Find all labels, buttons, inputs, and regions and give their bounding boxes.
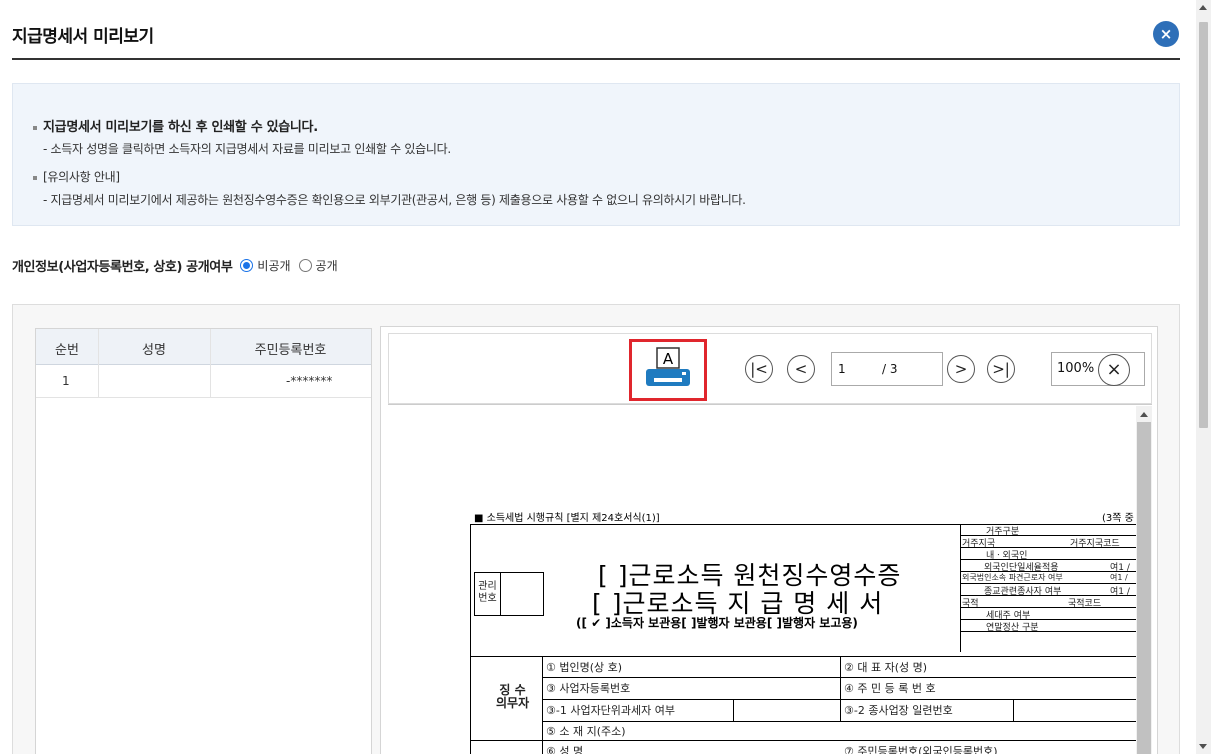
table-line <box>840 656 841 721</box>
residency-row: 거주구분 <box>960 524 1138 537</box>
prev-page-button[interactable]: < <box>787 355 815 383</box>
residency-row: 국적 국적코드 <box>960 596 1138 609</box>
radio-public[interactable] <box>298 259 312 272</box>
section-divider <box>470 656 1138 657</box>
residency-row: 거주지국 거주지국코드 <box>960 536 1138 549</box>
info-box: 지급명세서 미리보기를 하신 후 인쇄할 수 있습니다. - 소득자 성명을 클… <box>12 83 1180 226</box>
title-divider <box>12 58 1180 60</box>
law-reference: ■ 소득세법 시행규칙 [별지 제24호서식(1)] <box>474 513 660 524</box>
field-branch: ③-2 종사업장 일련번호 <box>844 704 953 717</box>
column-header-rrn: 주민등록번호 <box>254 343 327 358</box>
row-rrn: -******* <box>286 374 333 388</box>
info-caution-detail: - 지급명세서 미리보기에서 제공하는 원천징수영수증은 확인용으로 외부기관(… <box>43 193 746 207</box>
privacy-setting: 개인정보(사업자등록번호, 상호) 공개여부 비공개 공개 <box>12 256 338 275</box>
residency-row: 세대주 여부 <box>960 608 1138 621</box>
info-caution-title: [유의사항 안내] <box>33 168 120 185</box>
table-line <box>733 699 734 721</box>
zoom-value[interactable]: 100% <box>1057 361 1094 376</box>
bullet-icon <box>33 175 37 180</box>
residency-cell: 외국법인소속 파견근로자 여부 <box>962 573 1063 582</box>
list-header: 순번 성명 주민등록번호 <box>36 329 371 365</box>
info-notice-line: 지급명세서 미리보기를 하신 후 인쇄할 수 있습니다. <box>33 116 318 135</box>
scroll-down-arrow-icon[interactable] <box>1199 744 1207 749</box>
radio-public-label[interactable]: 공개 <box>316 257 338 274</box>
field-name: ⑥ 성 명 <box>546 745 584 754</box>
page-title: 지급명세서 미리보기 <box>12 27 154 47</box>
info-notice-text: 지급명세서 미리보기를 하신 후 인쇄할 수 있습니다. <box>43 120 318 135</box>
document-page: ■ 소득세법 시행규칙 [별지 제24호서식(1)] (3쪽 중 관리 번호 [ … <box>388 406 1138 754</box>
page-scrollbar[interactable] <box>1196 0 1211 754</box>
field-representative: ② 대 표 자(성 명) <box>844 661 928 674</box>
row-no: 1 <box>62 374 70 388</box>
next-page-button[interactable]: > <box>947 355 975 383</box>
field-address: ⑤ 소 재 지(주소) <box>546 725 626 738</box>
field-unit-tax: ③-1 사업자단위과세자 여부 <box>546 704 676 717</box>
scroll-up-arrow-icon[interactable] <box>1140 412 1148 417</box>
residency-row: 내ㆍ외국인 <box>960 548 1138 561</box>
page-current-input[interactable]: 1 <box>838 362 846 376</box>
printer-icon: A <box>646 347 690 386</box>
row-divider <box>542 721 1138 722</box>
residency-table: 거주구분 거주지국 거주지국코드 내ㆍ외국인 외국인단일세율적용 여1 / 외국법인… <box>960 524 1138 652</box>
residency-row: 외국법인소속 파견근로자 여부 여1 / <box>960 572 1138 584</box>
scrollbar-thumb[interactable] <box>1199 22 1208 428</box>
table-row[interactable]: 1 -******* <box>36 365 371 398</box>
bullet-icon <box>33 125 37 130</box>
recipient-list: 순번 성명 주민등록번호 1 -******* <box>35 328 372 754</box>
scrollbar-thumb[interactable] <box>1137 422 1151 754</box>
residency-row: 외국인단일세율적용 여1 / <box>960 560 1138 573</box>
column-header-name: 성명 <box>142 343 166 358</box>
table-line <box>1013 699 1014 721</box>
info-detail-line: - 소득자 성명을 클릭하면 소득자의 지급명세서 자료를 미리보고 인쇄할 수… <box>43 142 451 156</box>
management-number-box: 관리 번호 <box>474 572 544 616</box>
scroll-up-arrow-icon[interactable] <box>1199 5 1207 10</box>
page-number-field[interactable]: 1 / 3 <box>831 352 943 386</box>
residency-row: 종교관련종사자 여부 여1 / <box>960 584 1138 597</box>
field-rrn-foreign: ⑦ 주민등록번호(외국인등록번호) <box>844 745 998 754</box>
info-caution-text: [유의사항 안내] <box>43 170 120 184</box>
viewer-close-button[interactable]: × <box>1098 354 1130 386</box>
toolbar-divider <box>388 404 1152 405</box>
privacy-label: 개인정보(사업자등록번호, 상호) 공개여부 <box>12 260 233 275</box>
print-button[interactable]: A <box>629 339 707 401</box>
last-page-button[interactable]: >| <box>987 355 1015 383</box>
field-corp-name: ① 법인명(상 호) <box>546 661 623 674</box>
field-rrn: ④ 주 민 등 록 번 호 <box>844 682 936 695</box>
radio-private[interactable] <box>240 259 254 272</box>
residency-cell: 연말정산 구분 <box>986 623 1039 633</box>
residency-cell: 여1 / <box>1110 573 1128 582</box>
document-scrollbar[interactable] <box>1136 406 1152 754</box>
column-header-no: 순번 <box>55 343 79 358</box>
page-total: / 3 <box>882 362 898 376</box>
section-divider <box>470 740 1138 741</box>
print-glyph: A <box>663 350 674 368</box>
residency-row: 연말정산 구분 <box>960 620 1138 633</box>
form-copy-type: ([ ✔ ]소득자 보관용[ ]발행자 보관용[ ]발행자 보고용) <box>576 616 858 630</box>
radio-private-label[interactable]: 비공개 <box>257 257 290 274</box>
page-note: (3쪽 중 <box>1102 513 1134 524</box>
close-button[interactable]: × <box>1153 21 1179 47</box>
payer-label: 징 수 의무자 <box>496 683 530 710</box>
first-page-button[interactable]: |< <box>745 355 773 383</box>
field-biz-no: ③ 사업자등록번호 <box>546 682 631 695</box>
management-number-label: 관리 번호 <box>475 573 501 615</box>
row-divider <box>542 677 1138 678</box>
row-divider <box>542 699 1138 700</box>
